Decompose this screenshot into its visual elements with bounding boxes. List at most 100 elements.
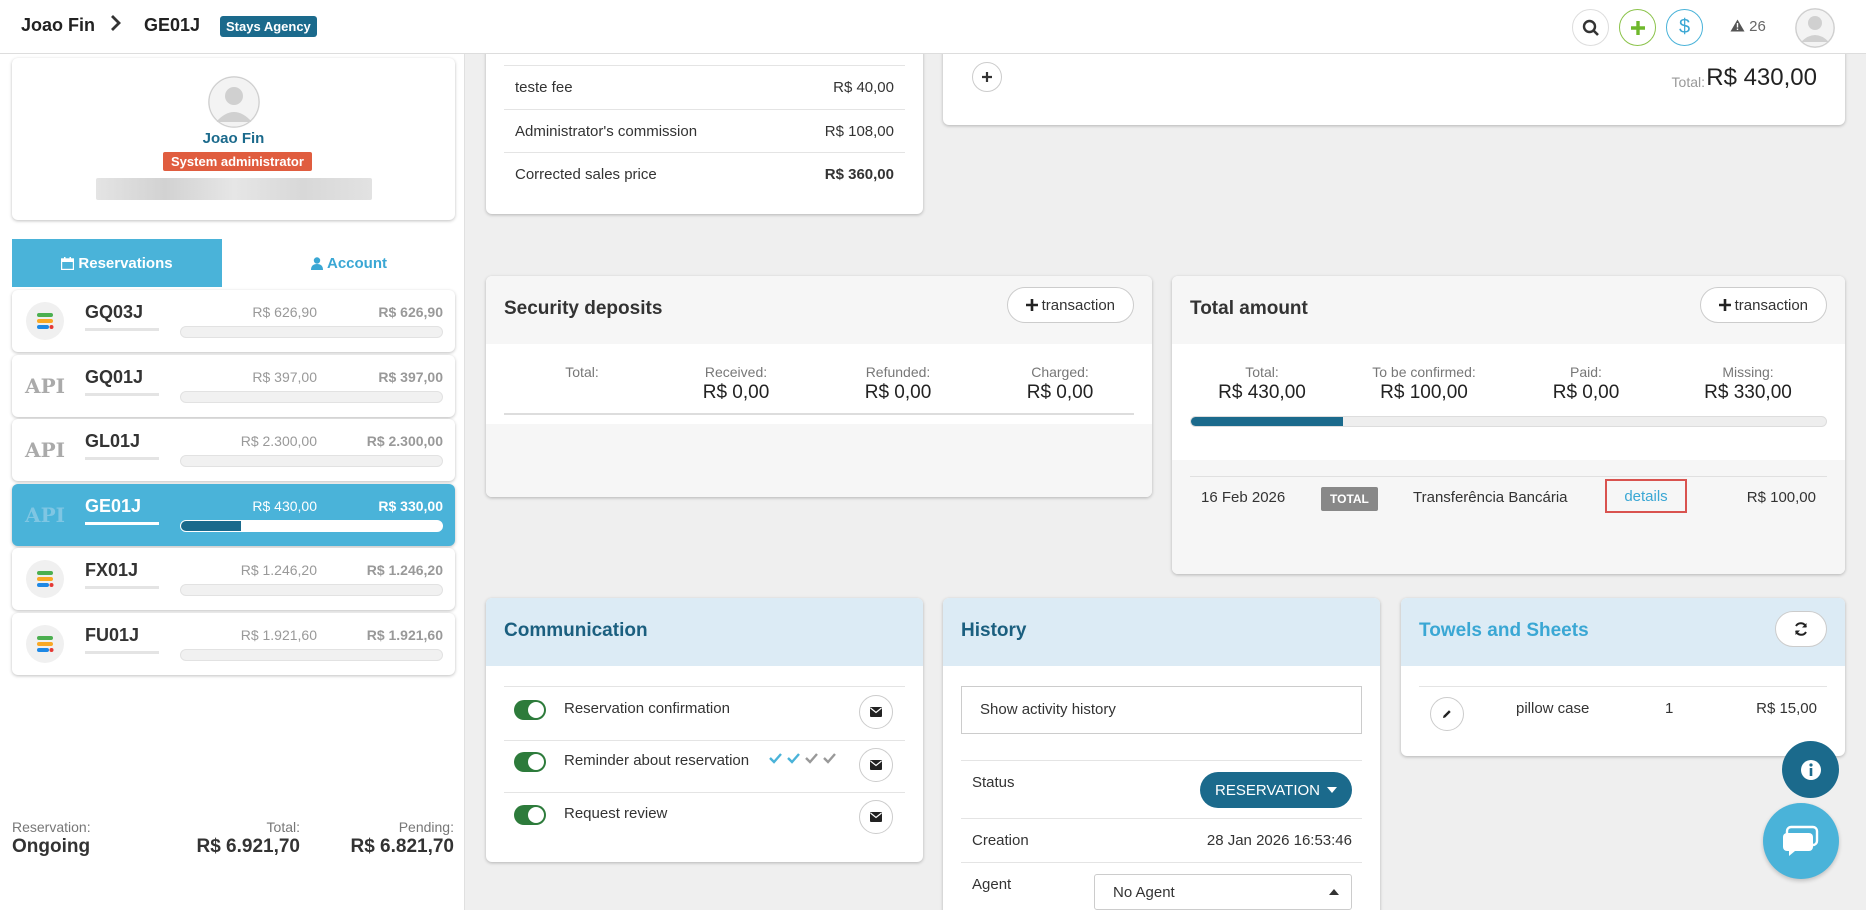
alert-count: 26 [1749,18,1766,35]
tab-account-label: Account [327,254,387,272]
reservation-underline [85,586,159,589]
chat-bubble-icon [1783,825,1819,856]
reservation-card[interactable]: FU01J R$ 1.921,60 R$ 1.921,60 [12,613,455,675]
profile-name: Joao Fin [202,130,265,147]
reservation-underline [85,651,159,654]
price-row-value: R$ 360,00 [824,166,894,183]
search-button[interactable] [1572,9,1609,46]
deposit-total: Total: [502,364,662,380]
alerts-indicator[interactable]: 26 [1730,18,1766,35]
price-row-value: R$ 108,00 [824,123,894,140]
profile-avatar [208,76,260,128]
towels-divider [1419,686,1827,687]
security-deposits-header: Security deposits transaction [486,276,1152,344]
reservation-confirmation-toggle[interactable] [514,700,546,720]
payment-total: Total: R$ 430,00 [1182,364,1342,404]
transaction-method: Transferência Bancária [1413,489,1568,506]
total-amount-header: Total amount transaction [1172,276,1845,344]
comm-divider [504,740,905,741]
agent-select[interactable]: No Agent [1094,874,1352,910]
deposit-received-label: Received: [704,364,768,380]
price-breakdown-panel: teste fee R$ 40,00 Administrator's commi… [486,40,923,214]
reservation-progress-bar [180,649,443,661]
breadcrumb-user[interactable]: Joao Fin [21,15,95,36]
reminder-toggle[interactable] [514,752,546,772]
chat-button[interactable] [1763,803,1839,879]
status-dropdown[interactable]: RESERVATION [1200,772,1352,808]
info-button[interactable] [1782,741,1839,798]
history-panel: History Show activity history Status RES… [943,598,1380,910]
comm-item-label: Reminder about reservation [564,752,750,769]
send-email-button[interactable] [859,800,893,834]
reservation-progress-bar [180,391,443,403]
plus-icon [1025,299,1038,311]
transaction-amount: R$ 100,00 [1746,489,1816,506]
reservation-code: GQ03J [85,302,144,322]
stack-icon [26,560,64,598]
api-icon: API [25,438,65,462]
api-icon: API [25,374,65,398]
footer-total-label: Total: [266,819,300,835]
communication-header: Communication [486,598,923,666]
towels-sheets-header: Towels and Sheets [1401,598,1845,666]
reservation-card[interactable]: API GE01J R$ 430,00 R$ 330,00 [12,484,455,546]
user-avatar[interactable] [1795,8,1835,48]
reservation-card[interactable]: GQ03J R$ 626,90 R$ 626,90 [12,290,455,352]
add-payment-transaction-label: transaction [1734,296,1808,314]
add-button[interactable] [1619,9,1656,46]
transaction-details-link[interactable]: details [1605,479,1687,513]
linen-item-name: pillow case [1516,700,1590,717]
towels-sheets-title: Towels and Sheets [1419,620,1589,641]
add-deposit-transaction-button[interactable]: transaction [1006,287,1134,323]
reservation-card[interactable]: API GQ01J R$ 397,00 R$ 397,00 [12,355,455,417]
footer-pending-value: R$ 6.821,70 [350,836,454,857]
finance-button[interactable]: $ [1666,9,1703,46]
api-icon: API [25,503,65,527]
deposit-total-label: Total: [565,364,599,380]
communication-title: Communication [504,620,648,641]
footer-reservation-value: Ongoing [12,836,91,857]
price-row: Administrator's commission R$ 108,00 [504,109,905,153]
show-activity-history-button[interactable]: Show activity history [961,686,1362,734]
price-row-value: R$ 40,00 [833,79,894,96]
history-divider [961,760,1362,761]
reservation-pending: R$ 626,90 [378,304,443,320]
tab-account[interactable]: Account [244,239,454,287]
security-deposits-panel: Security deposits transaction Total: Rec… [486,276,1152,497]
reservation-total: R$ 430,00 [252,498,317,514]
tab-reservations[interactable]: Reservations [12,239,222,287]
towels-sheets-panel: Towels and Sheets pillow case 1 R$ 15,00 [1401,598,1845,756]
payment-paid: Paid: R$ 0,00 [1506,364,1666,404]
tab-reservations-label: Reservations [78,254,173,272]
agent-label: Agent [972,876,1012,893]
delivery-status-checks [768,751,838,769]
reservation-pending: R$ 330,00 [378,498,443,514]
add-fee-button[interactable] [972,62,1002,92]
deposit-summary: Total: Received: R$ 0,00 Refunded: R$ 0,… [486,344,1152,424]
refresh-icon [1795,622,1807,636]
reservation-underline [85,522,159,525]
send-email-button[interactable] [859,695,893,729]
reservation-code: GL01J [85,431,141,451]
send-email-button[interactable] [859,748,893,782]
add-payment-transaction-button[interactable]: transaction [1699,287,1827,323]
refresh-button[interactable] [1775,611,1827,647]
pencil-icon [1443,710,1451,718]
caret-up-icon [1329,889,1339,895]
transaction-date: 16 Feb 2026 [1201,489,1286,506]
breadcrumb-reservation[interactable]: GE01J [144,15,200,36]
reservation-progress-bar [180,455,443,467]
linen-item-price: R$ 15,00 [1756,700,1817,717]
request-review-toggle[interactable] [514,805,546,825]
edit-item-button[interactable] [1430,697,1464,731]
reservation-card[interactable]: FX01J R$ 1.246,20 R$ 1.246,20 [12,548,455,610]
footer-pending-label: Pending: [398,819,454,835]
user-silhouette-icon [1795,8,1835,48]
creation-value: 28 Jan 2026 16:53:46 [1206,832,1352,849]
check-icon [769,753,836,764]
comm-item-label: Request review [564,805,668,822]
warning-icon [1730,19,1745,32]
payment-paid-label: Paid: [1570,364,1602,380]
history-header: History [943,598,1380,666]
reservation-card[interactable]: API GL01J R$ 2.300,00 R$ 2.300,00 [12,419,455,481]
